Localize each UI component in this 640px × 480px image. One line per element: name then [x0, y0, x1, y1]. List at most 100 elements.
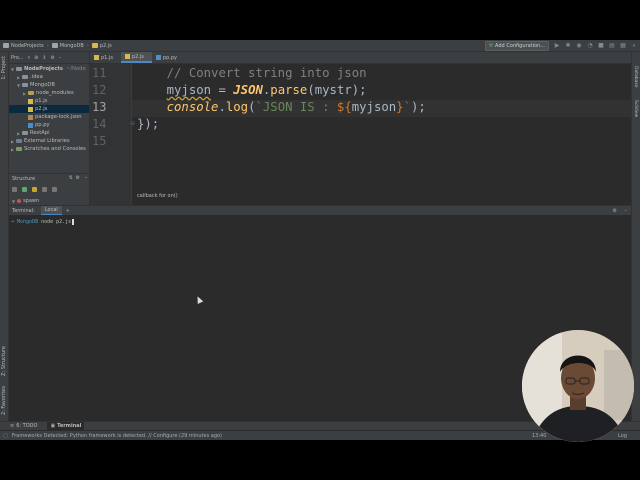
- text-cursor: [72, 219, 75, 225]
- coverage-icon[interactable]: ◉: [576, 43, 582, 49]
- code-comment: // Convert string into json: [166, 66, 367, 80]
- favorites-tool-tab[interactable]: 2: Favorites: [1, 386, 7, 415]
- collapse-icon[interactable]: ⇕: [42, 55, 46, 61]
- folder-icon: [16, 67, 22, 71]
- structure-toolbar: [12, 187, 57, 192]
- folder-icon: [22, 83, 28, 87]
- todo-icon: ≡: [10, 423, 15, 429]
- status-message[interactable]: Frameworks Detected: Python framework is…: [12, 433, 222, 439]
- add-configuration-button[interactable]: ⚒ Add Configuration...: [484, 41, 549, 51]
- folder-icon: [22, 75, 28, 79]
- profile-icon[interactable]: ◔: [587, 43, 593, 49]
- sdk-icon[interactable]: ▦: [620, 43, 626, 49]
- tree-item-mongodb[interactable]: ▼ MongoDB: [17, 81, 55, 89]
- code-line[interactable]: myjson = JSON.parse(mystr);: [137, 83, 367, 97]
- search-everywhere-icon[interactable]: ⌕: [631, 43, 637, 49]
- tab-p2-js[interactable]: p2.js: [120, 52, 152, 63]
- tree-item-restapi[interactable]: ▶ RestApi: [17, 129, 50, 137]
- tree-item-p1-js[interactable]: p1.js: [28, 97, 47, 105]
- terminal-header: Terminal: Local + ⚙ –: [9, 205, 631, 216]
- debug-icon[interactable]: ✱: [565, 43, 571, 49]
- minimize-icon[interactable]: –: [625, 208, 628, 214]
- locate-icon[interactable]: ⊕: [34, 55, 38, 61]
- caret-position[interactable]: 13:40: [532, 433, 546, 439]
- project-tool-tab[interactable]: 1: Project: [1, 56, 7, 80]
- code-editor: p1.js p2.js pp.py 11 12 13 14 15 // Conv…: [90, 52, 631, 205]
- navigation-bar: NodeProjects › MongoDB › p2.js ⚒ Add Con…: [0, 40, 640, 52]
- line-number: 12: [92, 83, 107, 97]
- minimize-icon[interactable]: –: [85, 175, 88, 181]
- breadcrumb-folder[interactable]: MongoDB ›: [51, 43, 89, 49]
- tree-item-nodeprojects[interactable]: ▼ NodeProjects ~/Node: [11, 65, 86, 73]
- js-file-icon: [28, 98, 33, 104]
- presenter-picture: [522, 330, 634, 442]
- structure-title: Structure: [12, 176, 36, 182]
- terminal-tab-local[interactable]: Local: [40, 205, 62, 216]
- code-line[interactable]: console.log(`JSON IS : ${myjson}`);: [137, 100, 426, 114]
- structure-tool-tab[interactable]: Z: Structure: [1, 346, 7, 376]
- tree-item-idea[interactable]: ▶ .idea: [17, 73, 43, 81]
- tree-item-scratches[interactable]: ▶ Scratches and Consoles: [11, 145, 86, 153]
- event-log-label[interactable]: Log: [618, 433, 627, 439]
- gear-icon[interactable]: ⚙: [76, 175, 80, 181]
- code-line[interactable]: // Convert string into json: [137, 66, 367, 80]
- breadcrumb-hint: callback for on(): [137, 193, 178, 199]
- function-icon: [17, 199, 22, 203]
- chevron-down-icon[interactable]: ▾: [28, 55, 31, 61]
- tree-item-pp-py[interactable]: pp.py: [28, 121, 50, 129]
- line-number-gutter: 11 12 13 14 15: [90, 64, 132, 205]
- line-number: 15: [92, 134, 107, 148]
- line-number: 14: [92, 117, 107, 131]
- hammer-icon: ⚒: [488, 43, 494, 49]
- sciview-tool-tab[interactable]: SciView: [633, 100, 638, 117]
- show-methods-icon[interactable]: [32, 187, 37, 192]
- js-file-icon: [28, 106, 33, 112]
- tab-p1-js[interactable]: p1.js: [90, 52, 121, 63]
- minimize-icon[interactable]: –: [59, 55, 62, 61]
- folder-icon: [28, 91, 34, 95]
- breadcrumb-file[interactable]: p2.js: [91, 43, 112, 49]
- scratches-icon: [16, 147, 22, 151]
- js-file-icon: [94, 55, 99, 60]
- tab-pp-py[interactable]: pp.py: [152, 52, 185, 63]
- gear-icon[interactable]: ⚙: [613, 208, 617, 214]
- filter-icon[interactable]: [52, 187, 57, 192]
- breadcrumb-project[interactable]: NodeProjects ›: [3, 43, 49, 49]
- run-icon[interactable]: ▶: [554, 43, 560, 49]
- todo-tool-tab[interactable]: ≡ 6: TODO: [10, 423, 37, 429]
- prompt-arrow-icon: ➜: [11, 219, 15, 225]
- right-tool-strip: Database SciView: [631, 52, 640, 426]
- terminal-icon: ▣: [50, 423, 56, 429]
- tree-item-external-libraries[interactable]: ▶ External Libraries: [11, 137, 70, 145]
- stop-icon[interactable]: ■: [598, 43, 604, 49]
- terminal-prompt[interactable]: ➜ MongoDB node p2.js: [11, 219, 75, 225]
- folder-icon: [3, 43, 9, 48]
- project-structure-icon[interactable]: ▤: [609, 43, 615, 49]
- show-inherited-icon[interactable]: [42, 187, 47, 192]
- folder-icon: [22, 131, 28, 135]
- webcam-overlay: [522, 330, 634, 442]
- new-terminal-icon[interactable]: +: [66, 208, 70, 214]
- gear-icon[interactable]: ⚙: [51, 55, 55, 61]
- tree-item-package-lock[interactable]: package-lock.json: [28, 113, 82, 121]
- database-tool-tab[interactable]: Database: [633, 66, 638, 87]
- tree-item-p2-js[interactable]: p2.js: [9, 105, 89, 113]
- status-layout-icon[interactable]: ▢: [3, 433, 8, 439]
- sort-icon[interactable]: ⇅: [69, 175, 73, 181]
- tree-item-node-modules[interactable]: ▶ node_modules: [23, 89, 74, 97]
- expand-arrow-icon: ▼: [12, 198, 16, 204]
- show-fields-icon[interactable]: [22, 187, 27, 192]
- python-file-icon: [28, 122, 33, 128]
- structure-panel: Structure ⇅ ⚙ – ▼ spawn: [9, 173, 90, 205]
- folder-icon: [51, 43, 58, 48]
- project-panel-header: Pro... ▾ ⊕ ⇕ ⚙ –: [9, 52, 89, 64]
- terminal-title: Terminal:: [12, 207, 35, 214]
- fold-icon[interactable]: ⊖: [130, 120, 135, 127]
- sort-alpha-icon[interactable]: [12, 187, 17, 192]
- code-line[interactable]: });: [137, 117, 159, 131]
- structure-item[interactable]: ▼ spawn: [12, 198, 39, 204]
- left-tool-strip: 1: Project Z: Structure 2: Favorites: [0, 52, 9, 426]
- project-view-dropdown[interactable]: Pro...: [11, 55, 24, 61]
- terminal-command: node p2.js: [41, 219, 72, 225]
- line-number: 13: [92, 100, 107, 114]
